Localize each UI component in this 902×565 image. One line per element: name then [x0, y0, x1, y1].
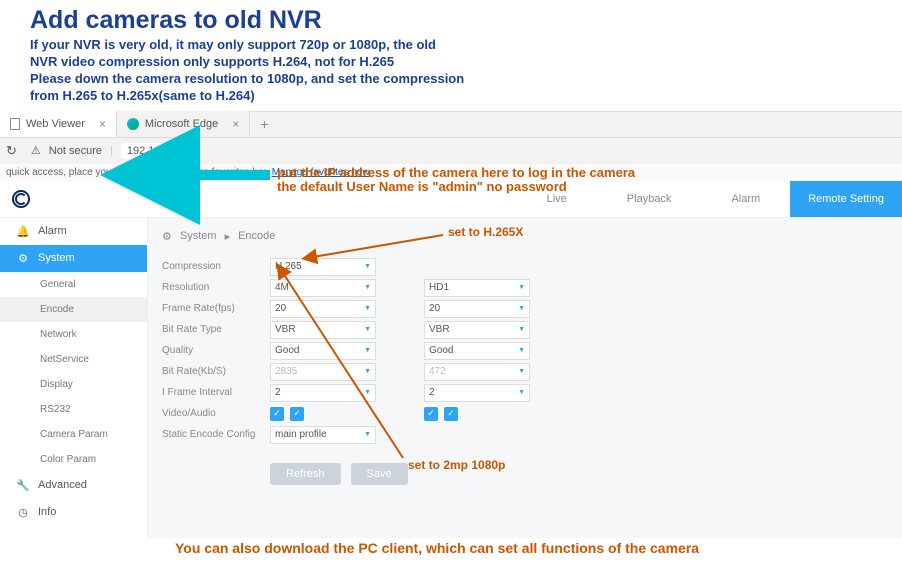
not-secure-label: Not secure [49, 145, 102, 157]
sidebar-label: Advanced [38, 479, 87, 491]
page-subtext: If your NVR is very old, it may only sup… [0, 37, 902, 111]
nav-remote-setting[interactable]: Remote Setting [790, 181, 902, 217]
select-value: 20 [429, 303, 440, 314]
chevron-down-icon: ▼ [518, 347, 525, 354]
annotation-1080p: set to 2mp 1080p [408, 458, 505, 472]
label-iframe: I Frame Interval [162, 387, 270, 398]
annotation-h265x: set to H.265X [448, 225, 523, 239]
breadcrumb-a: System [180, 230, 217, 242]
content-panel: ⚙ System ▸ Encode Compression H.265▼ Res… [148, 218, 902, 538]
select-iframe-sub[interactable]: 2▼ [424, 384, 530, 402]
sidebar-label: Alarm [38, 225, 67, 237]
chevron-down-icon: ▼ [518, 389, 525, 396]
chevron-down-icon: ▼ [518, 305, 525, 312]
sidebar-item-system[interactable]: ⚙ System [0, 245, 147, 272]
edge-icon [127, 118, 139, 130]
sidebar-sub-rs232[interactable]: RS232 [0, 397, 147, 422]
sidebar-item-info[interactable]: ◷ Info [0, 499, 147, 526]
sidebar-label: Info [38, 506, 56, 518]
page-heading: Add cameras to old NVR [0, 0, 902, 37]
label-brkbs: Bit Rate(Kb/S) [162, 366, 270, 377]
checkbox-audio-sub[interactable]: ✓ [444, 407, 458, 421]
gauge-icon: ◷ [16, 506, 30, 519]
breadcrumb: ⚙ System ▸ Encode [162, 230, 888, 243]
select-value: HD1 [429, 282, 449, 293]
chevron-down-icon: ▼ [518, 326, 525, 333]
sidebar-item-advanced[interactable]: 🔧 Advanced [0, 472, 147, 499]
save-button[interactable]: Save [351, 463, 408, 485]
gear-icon: ⚙ [162, 230, 172, 243]
nav-alarm[interactable]: Alarm [701, 193, 790, 205]
page-icon [10, 118, 20, 130]
arrow-1080p [278, 268, 408, 463]
sidebar-label: System [38, 252, 75, 264]
app-logo-icon [12, 190, 30, 208]
wrench-icon: 🔧 [16, 479, 30, 492]
annotation-ip: put the IP address of the camera here to… [277, 166, 635, 195]
new-tab-button[interactable]: + [250, 116, 278, 132]
label-compression: Compression [162, 261, 270, 272]
tab-web-viewer[interactable]: Web Viewer × [0, 111, 117, 137]
sidebar-sub-general[interactable]: General [0, 272, 147, 297]
tab-edge[interactable]: Microsoft Edge × [117, 111, 250, 137]
tab-row: Web Viewer × Microsoft Edge × + [0, 112, 902, 138]
breadcrumb-b: Encode [238, 230, 275, 242]
select-brkbs-sub[interactable]: 472 ▼ [424, 363, 530, 381]
tab-label: Microsoft Edge [145, 118, 218, 130]
select-resolution-sub[interactable]: HD1 ▼ [424, 279, 530, 297]
close-icon[interactable]: × [232, 117, 239, 131]
warning-icon: ⚠ [31, 144, 41, 157]
refresh-button[interactable]: Refresh [270, 463, 341, 485]
label-static-encode: Static Encode Config [162, 429, 270, 440]
chevron-right-icon: ▸ [225, 230, 231, 243]
sidebar-sub-camera-param[interactable]: Camera Param [0, 422, 147, 447]
arrow-ip [175, 167, 275, 183]
label-fps: Frame Rate(fps) [162, 303, 270, 314]
sidebar-item-alarm[interactable]: 🔔 Alarm [0, 218, 147, 245]
select-value: Good [429, 345, 453, 356]
close-icon[interactable]: × [99, 117, 106, 131]
nav-playback[interactable]: Playback [597, 193, 702, 205]
tab-label: Web Viewer [26, 118, 85, 130]
sidebar-sub-display[interactable]: Display [0, 372, 147, 397]
annotation-download: You can also download the PC client, whi… [175, 540, 699, 556]
select-value: VBR [429, 324, 450, 335]
arrow-h265x [308, 232, 448, 262]
label-resolution: Resolution [162, 282, 270, 293]
url-input[interactable]: 192.168.1.10 [121, 143, 197, 159]
sidebar-sub-netservice[interactable]: NetService [0, 347, 147, 372]
address-bar: ↻ ⚠ Not secure | 192.168.1.10 [0, 138, 902, 164]
select-fps-sub[interactable]: 20 ▼ [424, 300, 530, 318]
chevron-down-icon: ▼ [518, 284, 525, 291]
select-value: 472 [429, 366, 446, 377]
label-brtype: Bit Rate Type [162, 324, 270, 335]
select-brtype-sub[interactable]: VBR ▼ [424, 321, 530, 339]
gear-icon: ⚙ [16, 252, 30, 265]
reload-icon[interactable]: ↻ [6, 143, 17, 159]
checkbox-video-sub[interactable]: ✓ [424, 407, 438, 421]
sidebar-sub-encode[interactable]: Encode [0, 297, 147, 322]
select-quality-sub[interactable]: Good ▼ [424, 342, 530, 360]
sidebar: 🔔 Alarm ⚙ System General Encode Network Ne… [0, 218, 148, 538]
label-quality: Quality [162, 345, 270, 356]
select-value: 2 [429, 387, 435, 398]
sidebar-sub-network[interactable]: Network [0, 322, 147, 347]
bell-icon: 🔔 [16, 225, 30, 238]
label-video-audio: Video/Audio [162, 408, 270, 419]
app-body: 🔔 Alarm ⚙ System General Encode Network Ne… [0, 218, 902, 538]
chevron-down-icon: ▼ [518, 368, 525, 375]
nav-live[interactable]: Live [517, 193, 597, 205]
sidebar-sub-color-param[interactable]: Color Param [0, 447, 147, 472]
